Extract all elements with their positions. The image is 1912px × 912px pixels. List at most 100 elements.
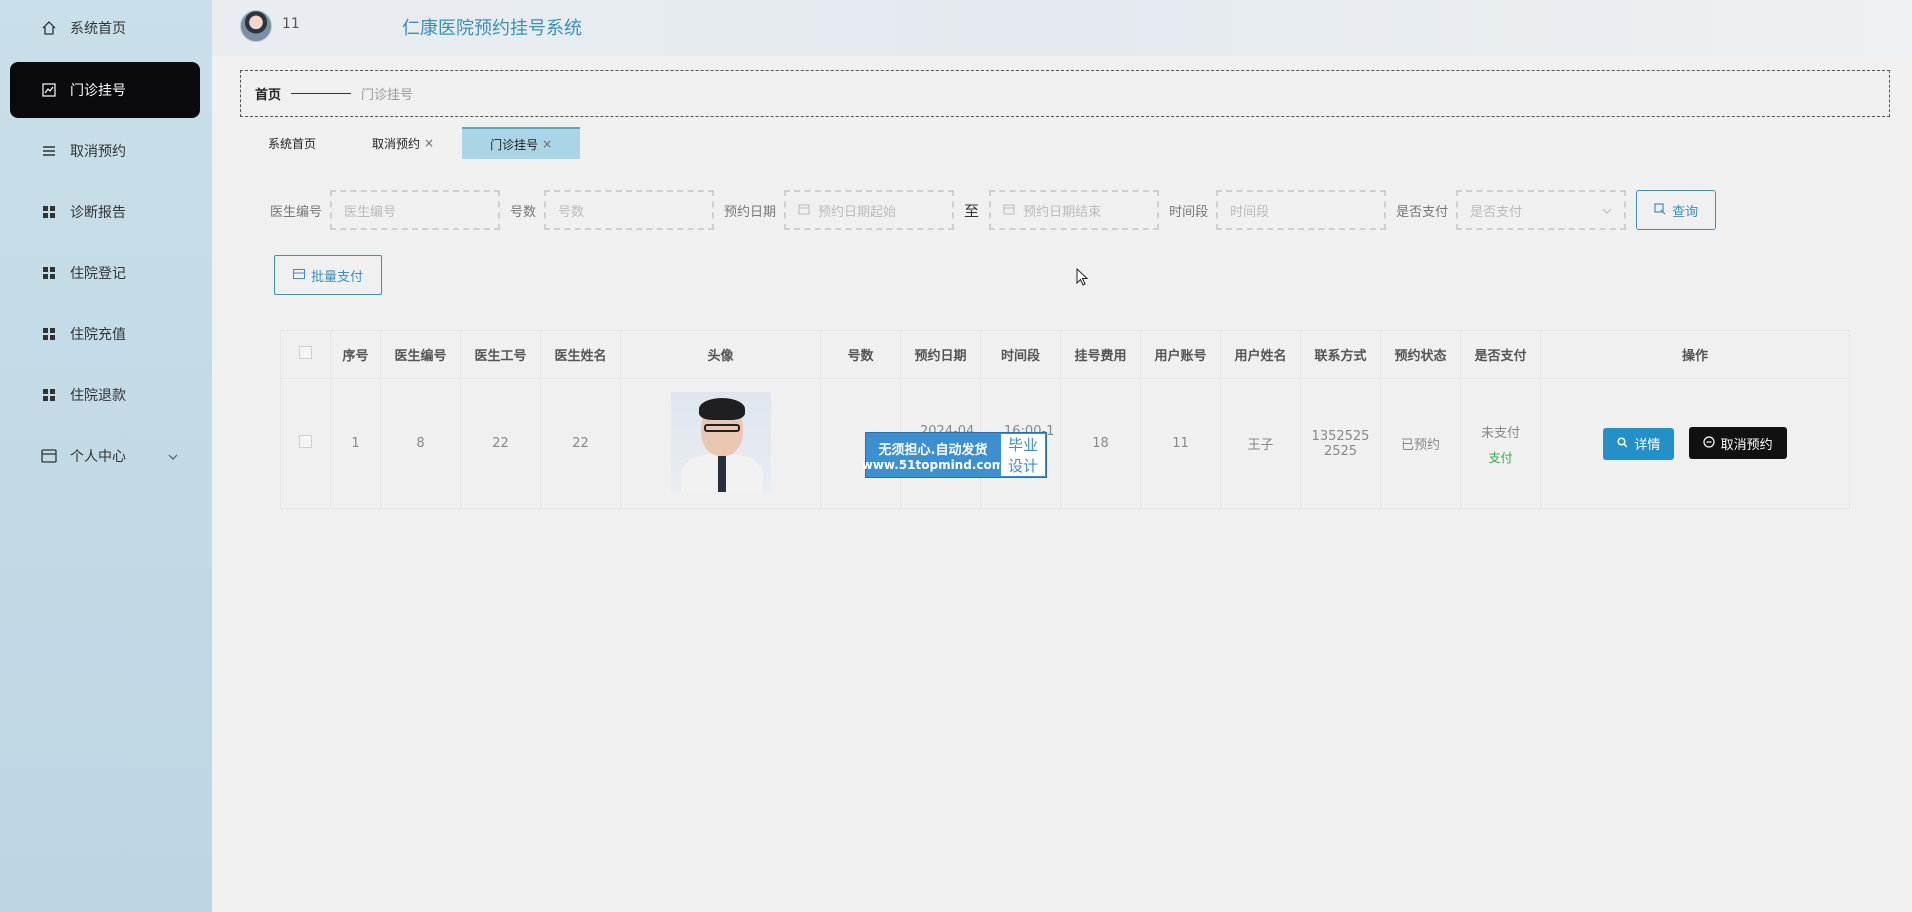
appointment-table: 序号 医生编号 医生工号 医生姓名 头像 号数 预约日期 时间段 挂号费用 用户… xyxy=(280,330,1850,509)
card-icon xyxy=(40,447,58,465)
row-checkbox[interactable] xyxy=(299,435,312,448)
cancel-label: 取消预约 xyxy=(1720,437,1773,453)
doctor-no-input[interactable]: 医生编号 xyxy=(330,190,501,230)
column-header: 时间段 xyxy=(980,330,1061,379)
sidebar-item-label: 诊断报告 xyxy=(70,205,126,221)
cell-account: 11 xyxy=(1140,378,1221,509)
date-end-input[interactable]: 预约日期结束 xyxy=(989,190,1160,230)
breadcrumb: 首页 门诊挂号 xyxy=(240,70,1890,117)
search-icon xyxy=(1617,437,1628,451)
username: 11 xyxy=(282,16,300,32)
phone-line: 1352525 xyxy=(1311,428,1370,444)
column-header: 序号 xyxy=(330,330,381,379)
column-header: 联系方式 xyxy=(1300,330,1381,379)
time-label: 时间段 xyxy=(1169,204,1209,220)
grid-icon xyxy=(40,264,58,282)
detail-button[interactable]: 详情 xyxy=(1603,427,1675,460)
cell-fee: 18 xyxy=(1060,378,1141,509)
sidebar-item-home[interactable]: 系统首页 xyxy=(10,0,200,56)
calendar-icon xyxy=(798,203,810,218)
cell-paid: 未支付 支付 xyxy=(1460,378,1541,509)
batch-pay-button[interactable]: 批量支付 xyxy=(274,255,382,295)
tab-home[interactable]: 系统首页 xyxy=(240,127,344,159)
count-label: 号数 xyxy=(510,204,537,220)
minus-circle-icon xyxy=(1702,436,1715,451)
date-start-placeholder: 预约日期起始 xyxy=(818,204,897,220)
cell-doctor-no: 8 xyxy=(380,378,461,509)
close-icon[interactable]: × xyxy=(424,136,434,150)
row-select-cell xyxy=(280,378,331,509)
column-header: 医生工号 xyxy=(460,330,541,379)
paid-select[interactable]: 是否支付 xyxy=(1456,190,1627,230)
column-header: 是否支付 xyxy=(1460,330,1541,379)
date-label: 预约日期 xyxy=(724,204,777,220)
sidebar-item-label: 住院充值 xyxy=(70,327,126,343)
date-end-placeholder: 预约日期结束 xyxy=(1023,204,1102,220)
column-header: 预约日期 xyxy=(900,330,981,379)
sidebar-item-label: 住院退款 xyxy=(70,388,126,404)
doctor-photo xyxy=(670,391,771,492)
batch-pay-label: 批量支付 xyxy=(310,269,363,285)
column-header: 预约状态 xyxy=(1380,330,1461,379)
time-input[interactable]: 时间段 xyxy=(1216,190,1387,230)
page-title: 仁康医院预约挂号系统 xyxy=(402,18,582,39)
card-icon xyxy=(292,268,305,282)
date-start-input[interactable]: 预约日期起始 xyxy=(784,190,955,230)
sidebar-item-label: 取消预约 xyxy=(70,144,126,160)
mouse-cursor-icon xyxy=(1076,268,1088,286)
column-header: 医生编号 xyxy=(380,330,461,379)
table-header-row: 序号 医生编号 医生工号 医生姓名 头像 号数 预约日期 时间段 挂号费用 用户… xyxy=(280,330,1850,379)
detail-label: 详情 xyxy=(1634,438,1661,454)
sidebar-item-refund[interactable]: 住院退款 xyxy=(10,367,200,423)
chevron-down-icon xyxy=(168,449,178,463)
home-icon xyxy=(40,19,58,37)
table-row: 1 8 22 22 18 11 王子 1352525 2525 已预约 未支付 … xyxy=(280,378,1850,509)
chart-icon xyxy=(40,81,58,99)
count-input[interactable]: 号数 xyxy=(544,190,715,230)
cell-actions: 详情 取消预约 xyxy=(1540,378,1850,509)
column-header: 号数 xyxy=(820,330,901,379)
sidebar-item-label: 个人中心 xyxy=(70,449,126,465)
chevron-down-icon xyxy=(1602,203,1612,218)
count-placeholder: 号数 xyxy=(558,204,585,220)
search-icon xyxy=(1654,202,1666,218)
column-header: 用户姓名 xyxy=(1220,330,1301,379)
column-header: 挂号费用 xyxy=(1060,330,1141,379)
column-header: 操作 xyxy=(1540,330,1850,379)
doctor-no-label: 医生编号 xyxy=(270,204,323,220)
watermark-badge-text: 毕业 xyxy=(1007,436,1038,454)
sidebar-item-outpatient[interactable]: 门诊挂号 xyxy=(10,62,200,118)
cell-doctor-id: 22 xyxy=(460,378,541,509)
tab-outpatient[interactable]: 门诊挂号 × xyxy=(462,127,581,159)
sidebar-item-admission[interactable]: 住院登记 xyxy=(10,245,200,301)
avatar[interactable] xyxy=(240,10,272,42)
search-form: 医生编号 医生编号 号数 号数 预约日期 预约日期起始 至 预约日期结束 时间段… xyxy=(270,190,1717,230)
tab-label: 系统首页 xyxy=(268,136,317,151)
query-button[interactable]: 查询 xyxy=(1636,190,1717,230)
tab-label: 门诊挂号 xyxy=(490,137,539,152)
cell-status: 已预约 xyxy=(1380,378,1461,509)
select-all-header xyxy=(280,330,331,379)
sidebar-item-cancel[interactable]: 取消预约 xyxy=(10,123,200,179)
cancel-appointment-button[interactable]: 取消预约 xyxy=(1688,427,1787,460)
close-icon[interactable]: × xyxy=(542,137,552,151)
watermark-badge-text: 设计 xyxy=(1007,457,1038,475)
sidebar-item-label: 门诊挂号 xyxy=(70,83,126,99)
sidebar-item-recharge[interactable]: 住院充值 xyxy=(10,306,200,362)
column-header: 用户账号 xyxy=(1140,330,1221,379)
breadcrumb-current: 门诊挂号 xyxy=(361,88,414,103)
doctor-no-placeholder: 医生编号 xyxy=(344,204,397,220)
cell-avatar xyxy=(620,378,821,509)
sidebar-item-report[interactable]: 诊断报告 xyxy=(10,184,200,240)
grid-icon xyxy=(40,386,58,404)
cell-phone: 1352525 2525 xyxy=(1300,378,1381,509)
tab-cancel[interactable]: 取消预约 × xyxy=(344,127,462,159)
time-placeholder: 时间段 xyxy=(1230,204,1270,220)
sidebar-item-profile[interactable]: 个人中心 xyxy=(10,428,200,484)
tab-bar: 系统首页 取消预约 × 门诊挂号 × xyxy=(240,127,581,159)
pay-link[interactable]: 支付 xyxy=(1488,449,1512,466)
watermark-url: www.51topmind.com xyxy=(861,457,1005,472)
top-bar: 11 仁康医院预约挂号系统 xyxy=(212,0,1912,56)
select-all-checkbox[interactable] xyxy=(299,346,312,359)
breadcrumb-home[interactable]: 首页 xyxy=(255,84,281,103)
